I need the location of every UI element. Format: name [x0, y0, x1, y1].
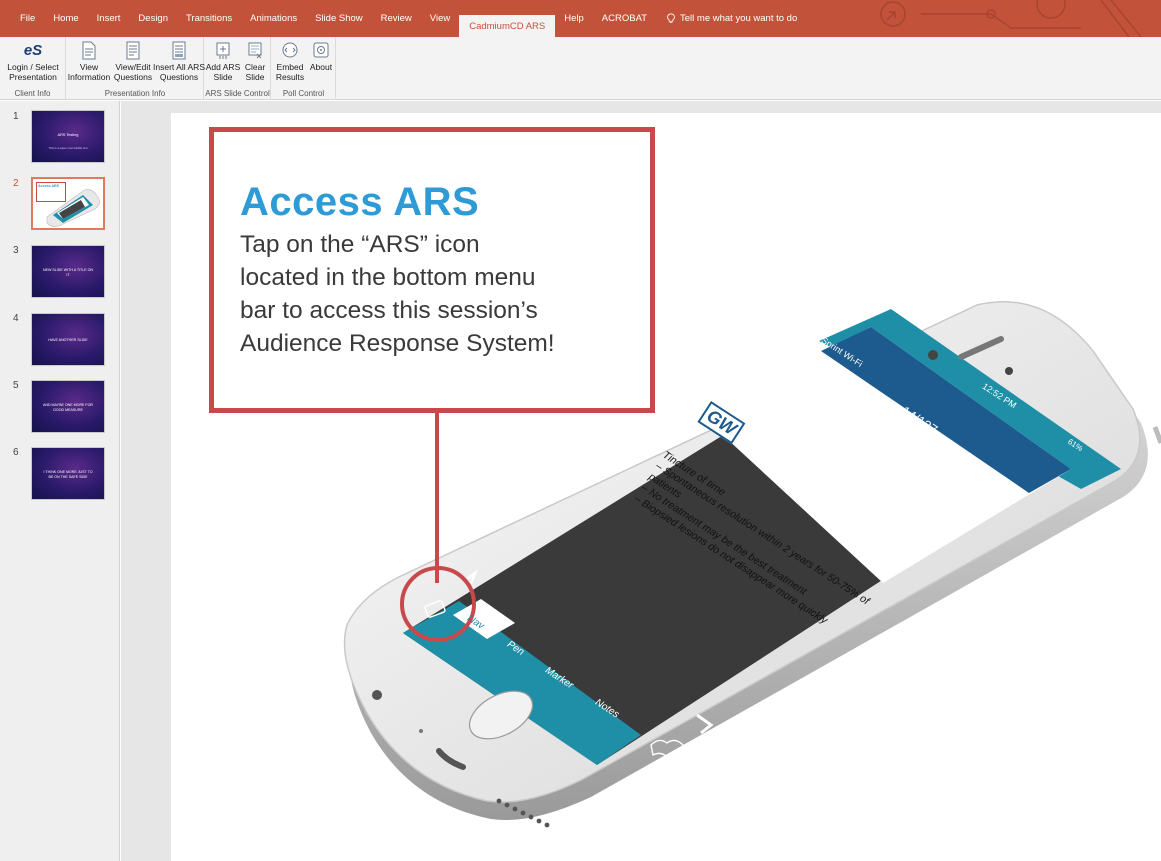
phone-mini-icon: [46, 189, 100, 227]
group-label-poll-control: Poll Control: [282, 89, 325, 98]
circuit-decoration-icon: [880, 0, 1142, 37]
group-presentation-info: View Information View/Edit Questions Inser…: [67, 37, 205, 100]
thumbnail-number: 1: [13, 111, 19, 122]
thumbnail-number: 6: [13, 447, 19, 458]
thumbnail-number: 2: [13, 178, 19, 189]
thumbnail-number: 5: [13, 380, 19, 391]
ribbon-tab-bar: File Home Insert Design Transitions Anim…: [0, 0, 1161, 37]
tab-slide-show[interactable]: Slide Show: [306, 0, 372, 37]
group-poll-control: Embed Results About Poll Control: [272, 37, 336, 100]
login-select-presentation-button[interactable]: eS Login / Select Presentation: [4, 40, 62, 83]
embed-results-button[interactable]: Embed Results: [274, 40, 306, 82]
tab-animations[interactable]: Animations: [241, 0, 306, 37]
tab-file[interactable]: File: [11, 0, 44, 37]
about-button[interactable]: About: [308, 40, 334, 72]
tab-transitions[interactable]: Transitions: [177, 0, 241, 37]
clear-slide-button[interactable]: Clear Slide: [241, 40, 269, 82]
view-edit-questions-button[interactable]: View/Edit Questions: [111, 40, 155, 82]
lightbulb-icon: [667, 13, 675, 24]
eventscribe-logo-icon: eS: [23, 41, 43, 59]
slide-thumbnail-4[interactable]: HAVE ANOTHER SLIDE: [31, 313, 105, 366]
group-label-client-info: Client Info: [14, 89, 51, 98]
tell-me-search[interactable]: Tell me what you want to do: [656, 0, 797, 37]
tab-view[interactable]: View: [421, 0, 459, 37]
tab-insert[interactable]: Insert: [88, 0, 130, 37]
ribbon-tabs: File Home Insert Design Transitions Anim…: [0, 0, 797, 37]
slide-thumbnail-2[interactable]: Access ARS: [31, 177, 105, 230]
document-icon: [80, 40, 98, 60]
gear-icon: [312, 40, 330, 60]
tab-help[interactable]: Help: [555, 0, 593, 37]
clear-slide-icon: [246, 40, 264, 60]
slide-thumbnail-pane: 1 ARS Testing This is a super cool subti…: [0, 101, 120, 861]
tell-me-text: Tell me what you want to do: [680, 13, 798, 24]
tab-design[interactable]: Design: [129, 0, 177, 37]
callout-leader-line: [435, 413, 439, 583]
insert-list-icon: [170, 40, 188, 60]
slide-thumbnail-6[interactable]: I THINK ONE MORE JUST TO BE ON THE SAFE …: [31, 447, 105, 500]
callout-body: Tap on the “ARS” icon located in the bot…: [240, 231, 555, 357]
tab-home[interactable]: Home: [44, 0, 87, 37]
callout-title: Access ARS: [240, 180, 480, 224]
group-ars-slide-control: Add ARS Slide Clear Slide ARS Slide Contro…: [205, 37, 271, 100]
group-label-presentation-info: Presentation Info: [104, 89, 166, 98]
slide-editing-area[interactable]: Sprint Wi-Fi 12:52 PM 61% ‹ Back 14/137 …: [121, 101, 1161, 861]
insert-all-ars-questions-button[interactable]: Insert All ARS Questions: [153, 40, 205, 82]
callout-box[interactable]: Access ARS Tap on the “ARS” icon located…: [209, 127, 655, 413]
slide-thumbnail-1[interactable]: ARS Testing This is a super cool subtitl…: [31, 110, 105, 163]
thumbnail-number: 3: [13, 245, 19, 256]
group-label-ars-slide-control: ARS Slide Control: [205, 89, 270, 98]
powerpoint-window: File Home Insert Design Transitions Anim…: [0, 0, 1161, 861]
thumbnail-number: 4: [13, 313, 19, 324]
embed-icon: [281, 40, 299, 60]
group-client-info: eS Login / Select Presentation Client Inf…: [0, 37, 66, 100]
add-ars-slide-button[interactable]: Add ARS Slide: [206, 40, 240, 82]
tab-acrobat[interactable]: ACROBAT: [593, 0, 656, 37]
tab-cadmiumcd-ars[interactable]: CadmiumCD ARS: [459, 15, 556, 37]
add-slide-icon: [214, 40, 232, 60]
slide-thumbnail-5[interactable]: AND MAYBE ONE MORE FOR GOOD MEASURE: [31, 380, 105, 433]
slide-thumbnail-3[interactable]: NEW SLIDE WITH A TITLE ON IT: [31, 245, 105, 298]
tab-review[interactable]: Review: [372, 0, 421, 37]
current-slide[interactable]: Sprint Wi-Fi 12:52 PM 61% ‹ Back 14/137 …: [171, 113, 1161, 861]
view-information-button[interactable]: View Information: [68, 40, 110, 82]
list-edit-icon: [124, 40, 142, 60]
ribbon: eS Login / Select Presentation Client Inf…: [0, 37, 1161, 100]
